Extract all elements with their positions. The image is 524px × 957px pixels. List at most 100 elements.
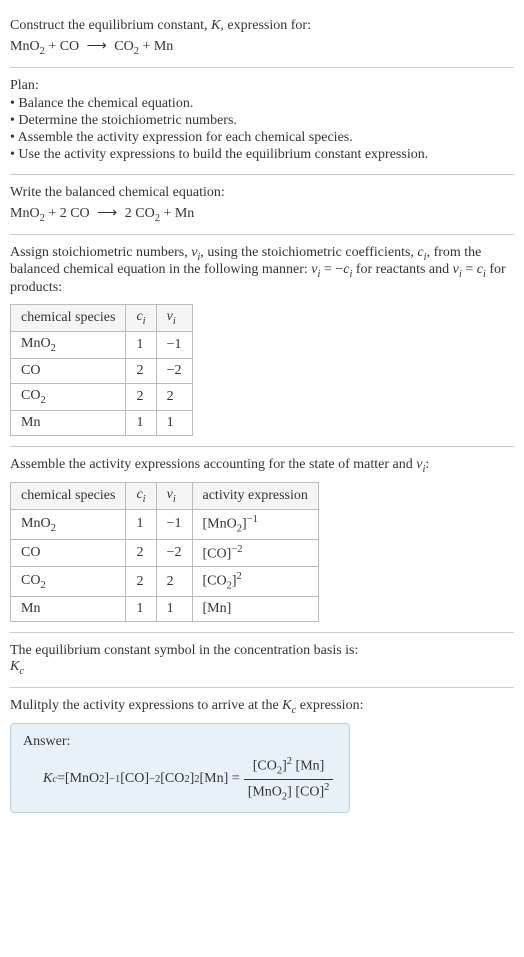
cell-activity: [CO]−2 <box>192 539 318 567</box>
activity-text: Assemble the activity expressions accoun… <box>10 457 514 475</box>
cell-nui: 2 <box>156 383 192 410</box>
kc-expression: Kc = [MnO2]−1 [CO]−2 [CO2]2 [Mn] = [CO2]… <box>43 756 337 802</box>
species: MnO <box>10 39 40 54</box>
table-row: MnO2 1 −1 [MnO2]−1 <box>11 510 319 539</box>
table-row: Mn 1 1 <box>11 410 193 435</box>
k-symbol: K <box>282 698 291 713</box>
text: ] [CO] <box>287 784 324 799</box>
text: expression: <box>296 698 363 713</box>
cell-ci: 2 <box>126 567 156 596</box>
text: Mn <box>21 415 40 430</box>
equals: = <box>57 771 65 787</box>
symbol-text: The equilibrium constant symbol in the c… <box>10 643 514 659</box>
col-ci: ci <box>126 483 156 510</box>
k-symbol: K <box>211 18 220 33</box>
plan-title: Plan: <box>10 78 514 94</box>
balanced-section: Write the balanced chemical equation: Mn… <box>10 175 514 235</box>
text: MnO <box>21 336 51 351</box>
cell-ci: 2 <box>126 358 156 383</box>
superscript: −1 <box>109 774 120 785</box>
cell-activity: [CO2]2 <box>192 567 318 596</box>
cell-nui: 1 <box>156 596 192 621</box>
cell-ci: 2 <box>126 539 156 567</box>
col-nui: νi <box>156 483 192 510</box>
text: [Mn] <box>292 759 324 774</box>
k-symbol: K <box>43 771 52 787</box>
text: [MnO <box>203 517 237 532</box>
table-row: MnO2 1 −1 <box>11 331 193 358</box>
superscript: −2 <box>149 774 160 785</box>
subscript: i <box>173 494 176 505</box>
subscript: 2 <box>51 343 56 354</box>
symbol-section: The equilibrium constant symbol in the c… <box>10 633 514 688</box>
plan-list: • Balance the chemical equation. • Deter… <box>10 96 514 163</box>
cell-ci: 1 <box>126 596 156 621</box>
subscript: 2 <box>40 579 45 590</box>
cell-species: MnO2 <box>11 510 126 539</box>
text: [CO <box>253 759 277 774</box>
superscript: 2 <box>324 782 329 793</box>
text: Mulitply the activity expressions to arr… <box>10 698 282 713</box>
denominator: [MnO2] [CO]2 <box>244 780 334 802</box>
fraction: [CO2]2 [Mn] [MnO2] [CO]2 <box>244 756 334 802</box>
superscript: 2 <box>237 571 242 582</box>
cell-ci: 2 <box>126 383 156 410</box>
table-row: CO2 2 2 <box>11 383 193 410</box>
text: [Mn <box>203 601 227 616</box>
balanced-title: Write the balanced chemical equation: <box>10 185 514 201</box>
k-symbol: K <box>10 659 19 674</box>
col-species: chemical species <box>11 305 126 332</box>
answer-label: Answer: <box>23 734 337 750</box>
text: [CO <box>203 546 227 561</box>
text: : <box>425 457 429 472</box>
superscript: −2 <box>231 544 242 555</box>
text: = − <box>320 262 343 277</box>
col-nui: νi <box>156 305 192 332</box>
kc-symbol: Kc <box>10 659 514 677</box>
stoich-section: Assign stoichiometric numbers, νi, using… <box>10 235 514 447</box>
species: MnO <box>10 206 40 221</box>
text: [CO <box>160 771 184 787</box>
plan-section: Plan: • Balance the chemical equation. •… <box>10 68 514 175</box>
text: = <box>462 262 477 277</box>
table-row: Mn 1 1 [Mn] <box>11 596 319 621</box>
table-row: CO2 2 2 [CO2]2 <box>11 567 319 596</box>
text: Assemble the activity expressions accoun… <box>10 457 416 472</box>
species: + CO <box>45 39 79 54</box>
text: [CO <box>120 771 144 787</box>
subscript: 2 <box>40 395 45 406</box>
table-header-row: chemical species ci νi <box>11 305 193 332</box>
text: CO <box>21 363 40 378</box>
subscript: i <box>173 316 176 327</box>
cell-species: CO <box>11 539 126 567</box>
col-ci: ci <box>126 305 156 332</box>
final-section: Mulitply the activity expressions to arr… <box>10 688 514 824</box>
text: CO <box>21 573 40 588</box>
cell-species: CO <box>11 358 126 383</box>
cell-ci: 1 <box>126 510 156 539</box>
text: [MnO <box>65 771 99 787</box>
plan-item: • Determine the stoichiometric numbers. <box>10 113 514 129</box>
text: Construct the equilibrium constant, <box>10 18 211 33</box>
plan-item: • Balance the chemical equation. <box>10 96 514 112</box>
subscript: c <box>19 666 24 677</box>
text: Assign stoichiometric numbers, <box>10 245 191 260</box>
table-row: CO 2 −2 <box>11 358 193 383</box>
text: [Mn] = <box>200 771 240 787</box>
subscript: 2 <box>51 522 56 533</box>
subscript: i <box>143 494 146 505</box>
intro-section: Construct the equilibrium constant, K, e… <box>10 8 514 68</box>
table-header-row: chemical species ci νi activity expressi… <box>11 483 319 510</box>
cell-nui: −2 <box>156 539 192 567</box>
stoich-text: Assign stoichiometric numbers, νi, using… <box>10 245 514 297</box>
text: , expression for: <box>220 18 311 33</box>
text: CO <box>21 545 40 560</box>
cell-nui: 2 <box>156 567 192 596</box>
cell-nui: 1 <box>156 410 192 435</box>
species: 2 CO <box>125 206 155 221</box>
intro-prompt: Construct the equilibrium constant, K, e… <box>10 18 514 34</box>
species: + 2 CO <box>45 206 90 221</box>
cell-species: Mn <box>11 410 126 435</box>
stoich-table: chemical species ci νi MnO2 1 −1 CO 2 −2… <box>10 304 193 435</box>
text: for reactants and <box>352 262 452 277</box>
